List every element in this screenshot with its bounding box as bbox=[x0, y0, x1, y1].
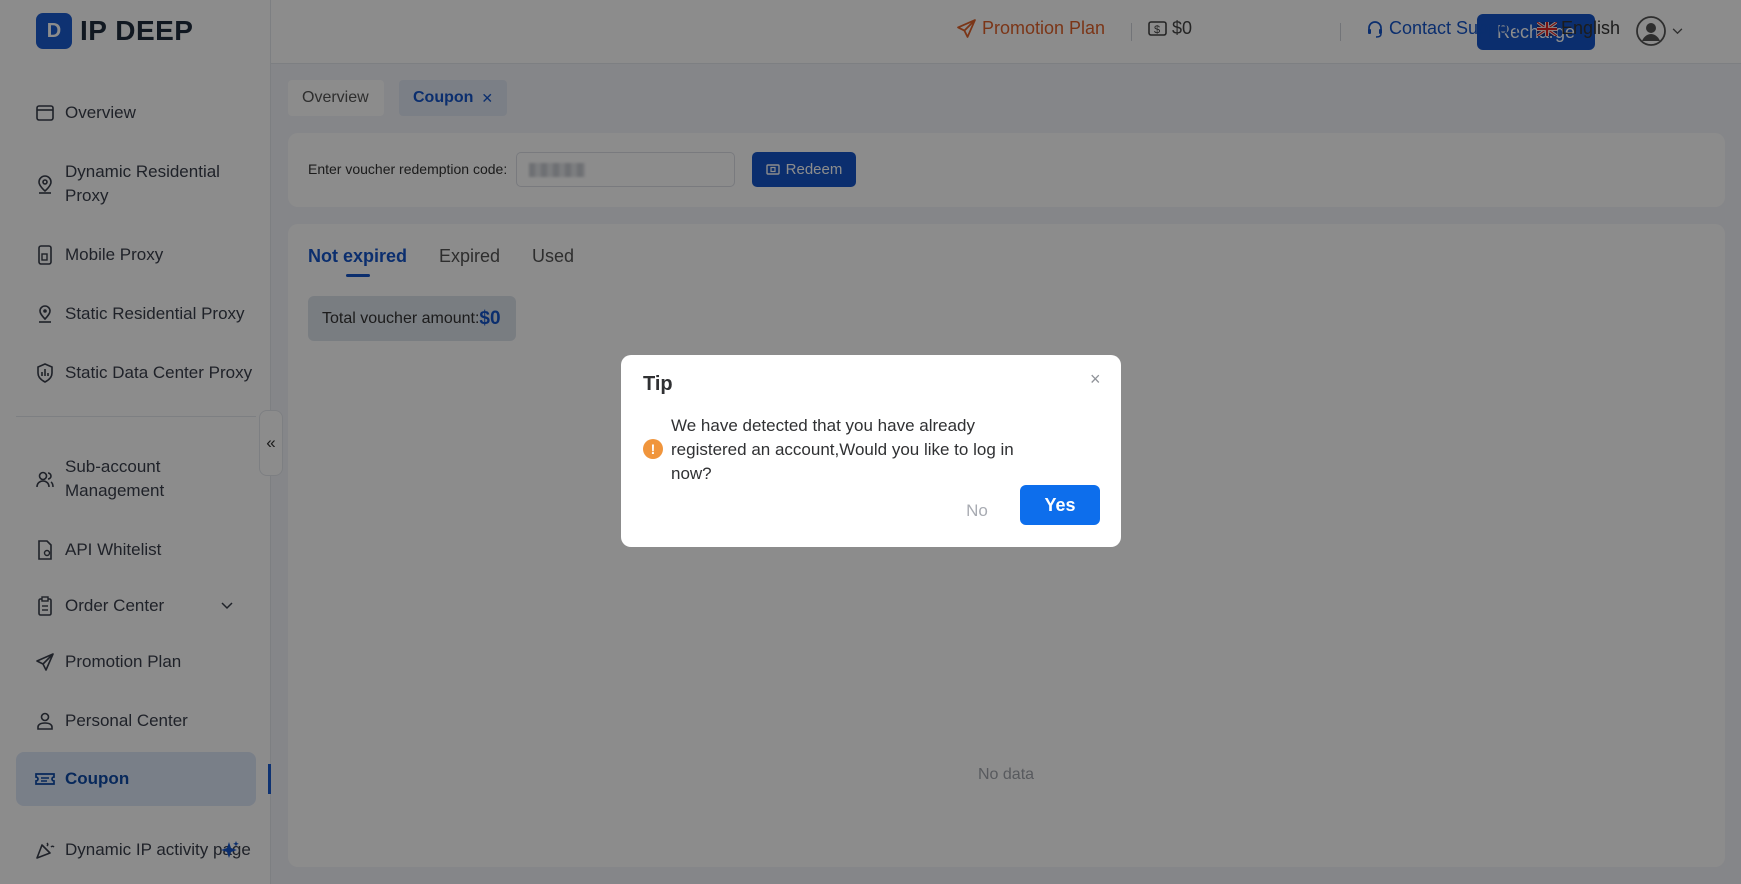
tip-dialog: Tip × ! We have detected that you have a… bbox=[621, 355, 1121, 547]
warning-icon: ! bbox=[643, 439, 663, 459]
dialog-title: Tip bbox=[643, 373, 673, 395]
no-button[interactable]: No bbox=[950, 498, 1004, 524]
dialog-message: We have detected that you have already r… bbox=[671, 416, 1014, 483]
yes-button[interactable]: Yes bbox=[1020, 485, 1100, 525]
close-icon[interactable]: × bbox=[1090, 369, 1101, 390]
